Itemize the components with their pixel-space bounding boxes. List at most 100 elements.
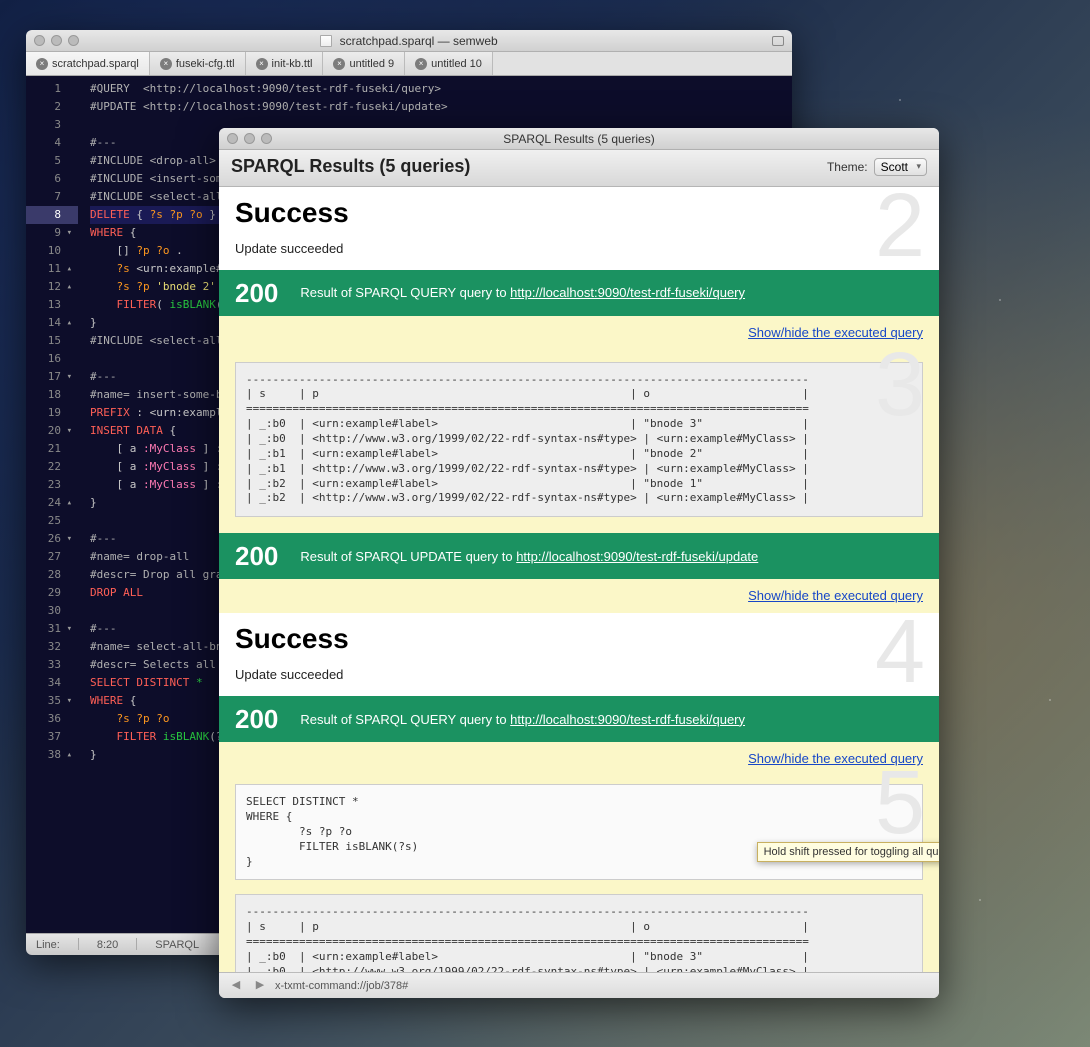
query-url-link[interactable]: http://localhost:9090/test-rdf-fuseki/qu… [510, 285, 745, 300]
success-message: Update succeeded [235, 241, 923, 256]
line-number: 16 [26, 350, 78, 368]
tab-close-icon[interactable]: × [333, 58, 345, 70]
nav-forward-icon[interactable]: ▶ [251, 978, 269, 994]
close-icon[interactable] [227, 133, 238, 144]
results-footer: ◀ ▶ x-txmt-command://job/378# [219, 972, 939, 998]
line-number: 13 [26, 296, 78, 314]
line-number: 24▴ [26, 494, 78, 512]
update-url-link[interactable]: http://localhost:9090/test-rdf-fuseki/up… [516, 549, 758, 564]
tab-close-icon[interactable]: × [256, 58, 268, 70]
results-heading: SPARQL Results (5 queries) [231, 156, 470, 178]
line-number: 19 [26, 404, 78, 422]
status-description: Result of SPARQL QUERY query to http://l… [300, 285, 745, 300]
toggle-query-link[interactable]: Show/hide the executed query [748, 325, 923, 340]
line-number: 32 [26, 638, 78, 656]
line-number: 27 [26, 548, 78, 566]
success-message: Update succeeded [235, 667, 923, 682]
line-number: 9▾ [26, 224, 78, 242]
line-number: 33 [26, 656, 78, 674]
tab-label: fuseki-cfg.ttl [176, 58, 235, 70]
tab-label: scratchpad.sparql [52, 58, 139, 70]
tooltip: Hold shift pressed for toggling all quer… [757, 842, 939, 862]
line-number: 29 [26, 584, 78, 602]
line-number: 35▾ [26, 692, 78, 710]
tab-label: init-kb.ttl [272, 58, 313, 70]
result-block-3: 3 --------------------------------------… [219, 350, 939, 534]
editor-titlebar[interactable]: scratchpad.sparql — semweb [26, 30, 792, 52]
nav-back-icon[interactable]: ◀ [227, 978, 245, 994]
line-number: 30 [26, 602, 78, 620]
result-table-2[interactable]: ----------------------------------------… [235, 894, 923, 972]
toggle-row: Show/hide the executed query [219, 579, 939, 613]
line-number: 7 [26, 188, 78, 206]
document-icon [320, 35, 332, 47]
editor-tab[interactable]: × untitled 10 [405, 52, 493, 75]
http-code: 200 [235, 543, 278, 569]
result-table-1[interactable]: ----------------------------------------… [235, 362, 923, 518]
results-window-title: SPARQL Results (5 queries) [219, 132, 939, 146]
status-description: Result of SPARQL QUERY query to http://l… [300, 712, 745, 727]
toggle-row: Show/hide the executed query [219, 316, 939, 350]
executed-query-text[interactable]: SELECT DISTINCT * WHERE { ?s ?p ?o FILTE… [235, 784, 923, 880]
http-code: 200 [235, 280, 278, 306]
results-header: SPARQL Results (5 queries) Theme: Scott [219, 150, 939, 187]
line-number: 5 [26, 152, 78, 170]
line-number: 20▾ [26, 422, 78, 440]
line-number: 4 [26, 134, 78, 152]
line-number: 25 [26, 512, 78, 530]
line-number: 36 [26, 710, 78, 728]
line-number: 11▴ [26, 260, 78, 278]
results-window: SPARQL Results (5 queries) SPARQL Result… [219, 128, 939, 998]
line-number: 8 [26, 206, 78, 224]
status-bar-query-2: 200 Result of SPARQL QUERY query to http… [219, 696, 939, 742]
success-heading: Success [235, 625, 923, 653]
line-number: 31▾ [26, 620, 78, 638]
toggle-query-link[interactable]: Show/hide the executed query [748, 588, 923, 603]
editor-tab[interactable]: × init-kb.ttl [246, 52, 324, 75]
line-number: 23 [26, 476, 78, 494]
result-block-2: 2 Success Update succeeded [219, 187, 939, 270]
query-url-link[interactable]: http://localhost:9090/test-rdf-fuseki/qu… [510, 712, 745, 727]
line-number: 18 [26, 386, 78, 404]
line-number-gutter: 123456789▾1011▴12▴1314▴151617▾181920▾212… [26, 76, 82, 933]
tab-close-icon[interactable]: × [160, 58, 172, 70]
status-bar-query-1: 200 Result of SPARQL QUERY query to http… [219, 270, 939, 316]
status-description: Result of SPARQL UPDATE query to http://… [300, 549, 758, 564]
status-cursor-pos: 8:20 [78, 938, 118, 951]
tab-close-icon[interactable]: × [36, 58, 48, 70]
tab-close-icon[interactable]: × [415, 58, 427, 70]
toggle-query-link[interactable]: Show/hide the executed query [748, 751, 923, 766]
editor-tab[interactable]: × fuseki-cfg.ttl [150, 52, 246, 75]
tab-label: untitled 10 [431, 58, 482, 70]
status-bar-update: 200 Result of SPARQL UPDATE query to htt… [219, 533, 939, 579]
close-icon[interactable] [34, 35, 45, 46]
line-number: 28 [26, 566, 78, 584]
line-number: 21 [26, 440, 78, 458]
theme-label: Theme: [827, 160, 868, 174]
traffic-lights [34, 35, 79, 46]
line-number: 17▾ [26, 368, 78, 386]
results-body[interactable]: 2 Success Update succeeded 200 Result of… [219, 187, 939, 972]
status-language[interactable]: SPARQL [136, 938, 199, 951]
tab-label: untitled 9 [349, 58, 394, 70]
line-number: 12▴ [26, 278, 78, 296]
line-number: 22 [26, 458, 78, 476]
traffic-lights [227, 133, 272, 144]
theme-select[interactable]: Scott [874, 158, 927, 176]
line-number: 38▴ [26, 746, 78, 764]
editor-tab[interactable]: × scratchpad.sparql [26, 52, 150, 75]
editor-tab[interactable]: × untitled 9 [323, 52, 405, 75]
success-heading: Success [235, 199, 923, 227]
line-number: 1 [26, 80, 78, 98]
zoom-icon[interactable] [261, 133, 272, 144]
line-number: 6 [26, 170, 78, 188]
minimize-icon[interactable] [51, 35, 62, 46]
line-number: 10 [26, 242, 78, 260]
toggle-row: Show/hide the executed query [219, 742, 939, 776]
fullscreen-icon[interactable] [772, 36, 784, 46]
results-titlebar[interactable]: SPARQL Results (5 queries) [219, 128, 939, 150]
status-line-label: Line: [36, 939, 60, 951]
zoom-icon[interactable] [68, 35, 79, 46]
minimize-icon[interactable] [244, 133, 255, 144]
line-number: 2 [26, 98, 78, 116]
